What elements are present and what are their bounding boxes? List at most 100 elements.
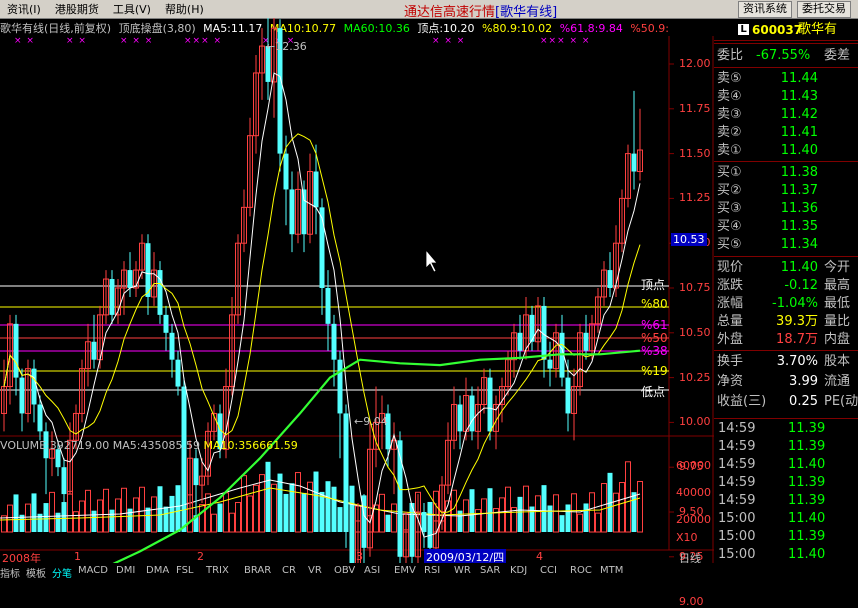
date-month-4: 4 xyxy=(536,550,543,563)
volume-bar xyxy=(211,513,217,533)
indicator-tab[interactable]: SAR xyxy=(480,565,500,576)
stock-name: 歌华有 xyxy=(798,22,838,37)
volume-bar xyxy=(109,509,115,532)
info-system-button[interactable]: 资讯系统 xyxy=(738,1,792,18)
volume-bar xyxy=(541,485,547,532)
indicator-tab[interactable]: EMV xyxy=(394,565,416,576)
indicator-tab[interactable]: DMI xyxy=(116,565,135,576)
tick-price: 11.39 xyxy=(788,439,826,454)
candle-body xyxy=(409,529,415,557)
indicator-tab[interactable]: 分笔 xyxy=(52,565,72,580)
menu-item-info[interactable]: 资讯(I) xyxy=(0,1,48,17)
indicator-tab[interactable]: 指标 xyxy=(0,565,20,580)
volume-bar xyxy=(577,513,583,533)
volume-bar xyxy=(571,493,577,533)
volume-bar xyxy=(235,502,241,533)
candles xyxy=(1,18,643,563)
stat-row-label: 涨跌 xyxy=(717,278,744,293)
tick-row: 15:00 11.40 xyxy=(714,510,858,528)
volume-bar xyxy=(205,493,211,533)
bid-row-label: 买④ xyxy=(717,219,742,234)
volume-bar xyxy=(265,461,271,532)
stat2-row: 净资 3.99 流通 xyxy=(714,373,858,391)
indicator-tab[interactable]: KDJ xyxy=(510,565,527,576)
trade-button[interactable]: 委托交易 xyxy=(797,1,851,18)
stat-row-value: 18.7万 xyxy=(776,332,818,347)
bid-row: 买⑤ 11.34 xyxy=(714,236,858,254)
stat-row-label2: 今开 xyxy=(824,260,851,275)
l2-badge: L xyxy=(738,24,749,35)
indicator-tab[interactable]: CCI xyxy=(540,565,557,576)
volume-bar xyxy=(247,495,253,533)
stat2-row-label2: 股本 xyxy=(824,354,851,369)
ask-row-value: 11.40 xyxy=(780,143,818,158)
volume-bars xyxy=(0,453,643,533)
stat2-row-label2: 流通 xyxy=(824,374,851,389)
indicator-tab[interactable]: OBV xyxy=(334,565,355,576)
ask-row: 卖⑤ 11.44 xyxy=(714,70,858,88)
tick-time: 14:59 xyxy=(718,439,756,454)
tick-time: 14:59 xyxy=(718,421,756,436)
indicator-tab[interactable]: WR xyxy=(454,565,471,576)
stat-row-value: 39.3万 xyxy=(776,314,818,329)
ask-row-value: 11.44 xyxy=(780,71,818,86)
indicator-tab[interactable]: CR xyxy=(282,565,296,576)
volume-bar xyxy=(7,504,13,533)
candle-body xyxy=(565,377,571,414)
indicator-tab[interactable]: RSI xyxy=(424,565,440,576)
volume-bar xyxy=(259,474,265,533)
vol-axis-40000: 40000 xyxy=(676,486,711,499)
tick-row: 14:59 11.39 xyxy=(714,474,858,492)
menu-item-help[interactable]: 帮助(H) xyxy=(158,1,211,17)
indicator-tab[interactable]: DMA xyxy=(146,565,169,576)
indicator-tab[interactable]: MACD xyxy=(78,565,108,576)
candle-body xyxy=(109,279,115,315)
indicator-tab[interactable]: 模板 xyxy=(26,565,46,580)
stat-row: 涨跌 -0.12 最高 xyxy=(714,277,858,295)
stat-row-label: 总量 xyxy=(717,314,744,329)
high-annotation: ←12.36 xyxy=(266,40,307,53)
tick-time: 14:59 xyxy=(718,493,756,508)
price-axis-label: 11.25 xyxy=(679,191,711,205)
volume-bar xyxy=(73,511,79,533)
volume-bar xyxy=(79,500,85,533)
indicator-tab[interactable]: TRIX xyxy=(206,565,229,576)
level-label-top: 顶点 xyxy=(641,278,666,292)
candle-body xyxy=(547,359,553,369)
candle-body xyxy=(583,332,589,351)
volume-bar xyxy=(61,502,67,532)
vol-axis-60000: 60000 xyxy=(676,459,711,472)
bid-row-label: 买③ xyxy=(717,201,742,216)
candle-body xyxy=(517,332,523,351)
kline-chart[interactable] xyxy=(0,18,714,563)
menu-item-tools[interactable]: 工具(V) xyxy=(106,1,158,17)
ask-row-label: 卖⑤ xyxy=(717,71,742,86)
volume-bar xyxy=(223,492,229,533)
indicator-tab[interactable]: ROC xyxy=(570,565,592,576)
indicator-tab[interactable]: ASI xyxy=(364,565,380,576)
volume-bar xyxy=(391,503,397,533)
price-axis-label: 11.75 xyxy=(679,101,711,115)
ask-row-value: 11.43 xyxy=(780,89,818,104)
volume-bar xyxy=(241,475,247,533)
price-axis-label: 12.00 xyxy=(679,57,711,70)
vol-ma5-label: MA5:435085.59 xyxy=(112,439,200,452)
menu-item-hk-futures[interactable]: 港股期货 xyxy=(48,1,106,17)
ratio-label: 委比 xyxy=(717,48,744,63)
price-axis-label: 11.50 xyxy=(679,146,711,160)
bid-row-label: 买② xyxy=(717,183,742,198)
indicator-tab[interactable]: BRAR xyxy=(244,565,271,576)
indicator-tab[interactable]: FSL xyxy=(176,565,194,576)
stat-row: 总量 39.3万 量比 xyxy=(714,313,858,331)
date-month-3: 3 xyxy=(356,550,363,563)
indicator-tab[interactable]: VR xyxy=(308,565,322,576)
volume-bar xyxy=(619,482,625,533)
indicator-tab[interactable]: MTM xyxy=(600,565,623,576)
stat2-row-label: 换手 xyxy=(717,354,744,369)
volume-bar xyxy=(583,503,589,532)
quote-panel: L 600037 歌华有 委比 -67.55% 委差 卖⑤ 11.44 卖④ 11.4… xyxy=(714,20,858,580)
volume-bar xyxy=(499,497,505,533)
stat-row: 现价 11.40 今开 xyxy=(714,259,858,277)
tick-price: 11.39 xyxy=(788,529,826,544)
stat2-row-value: 3.70% xyxy=(776,354,818,369)
